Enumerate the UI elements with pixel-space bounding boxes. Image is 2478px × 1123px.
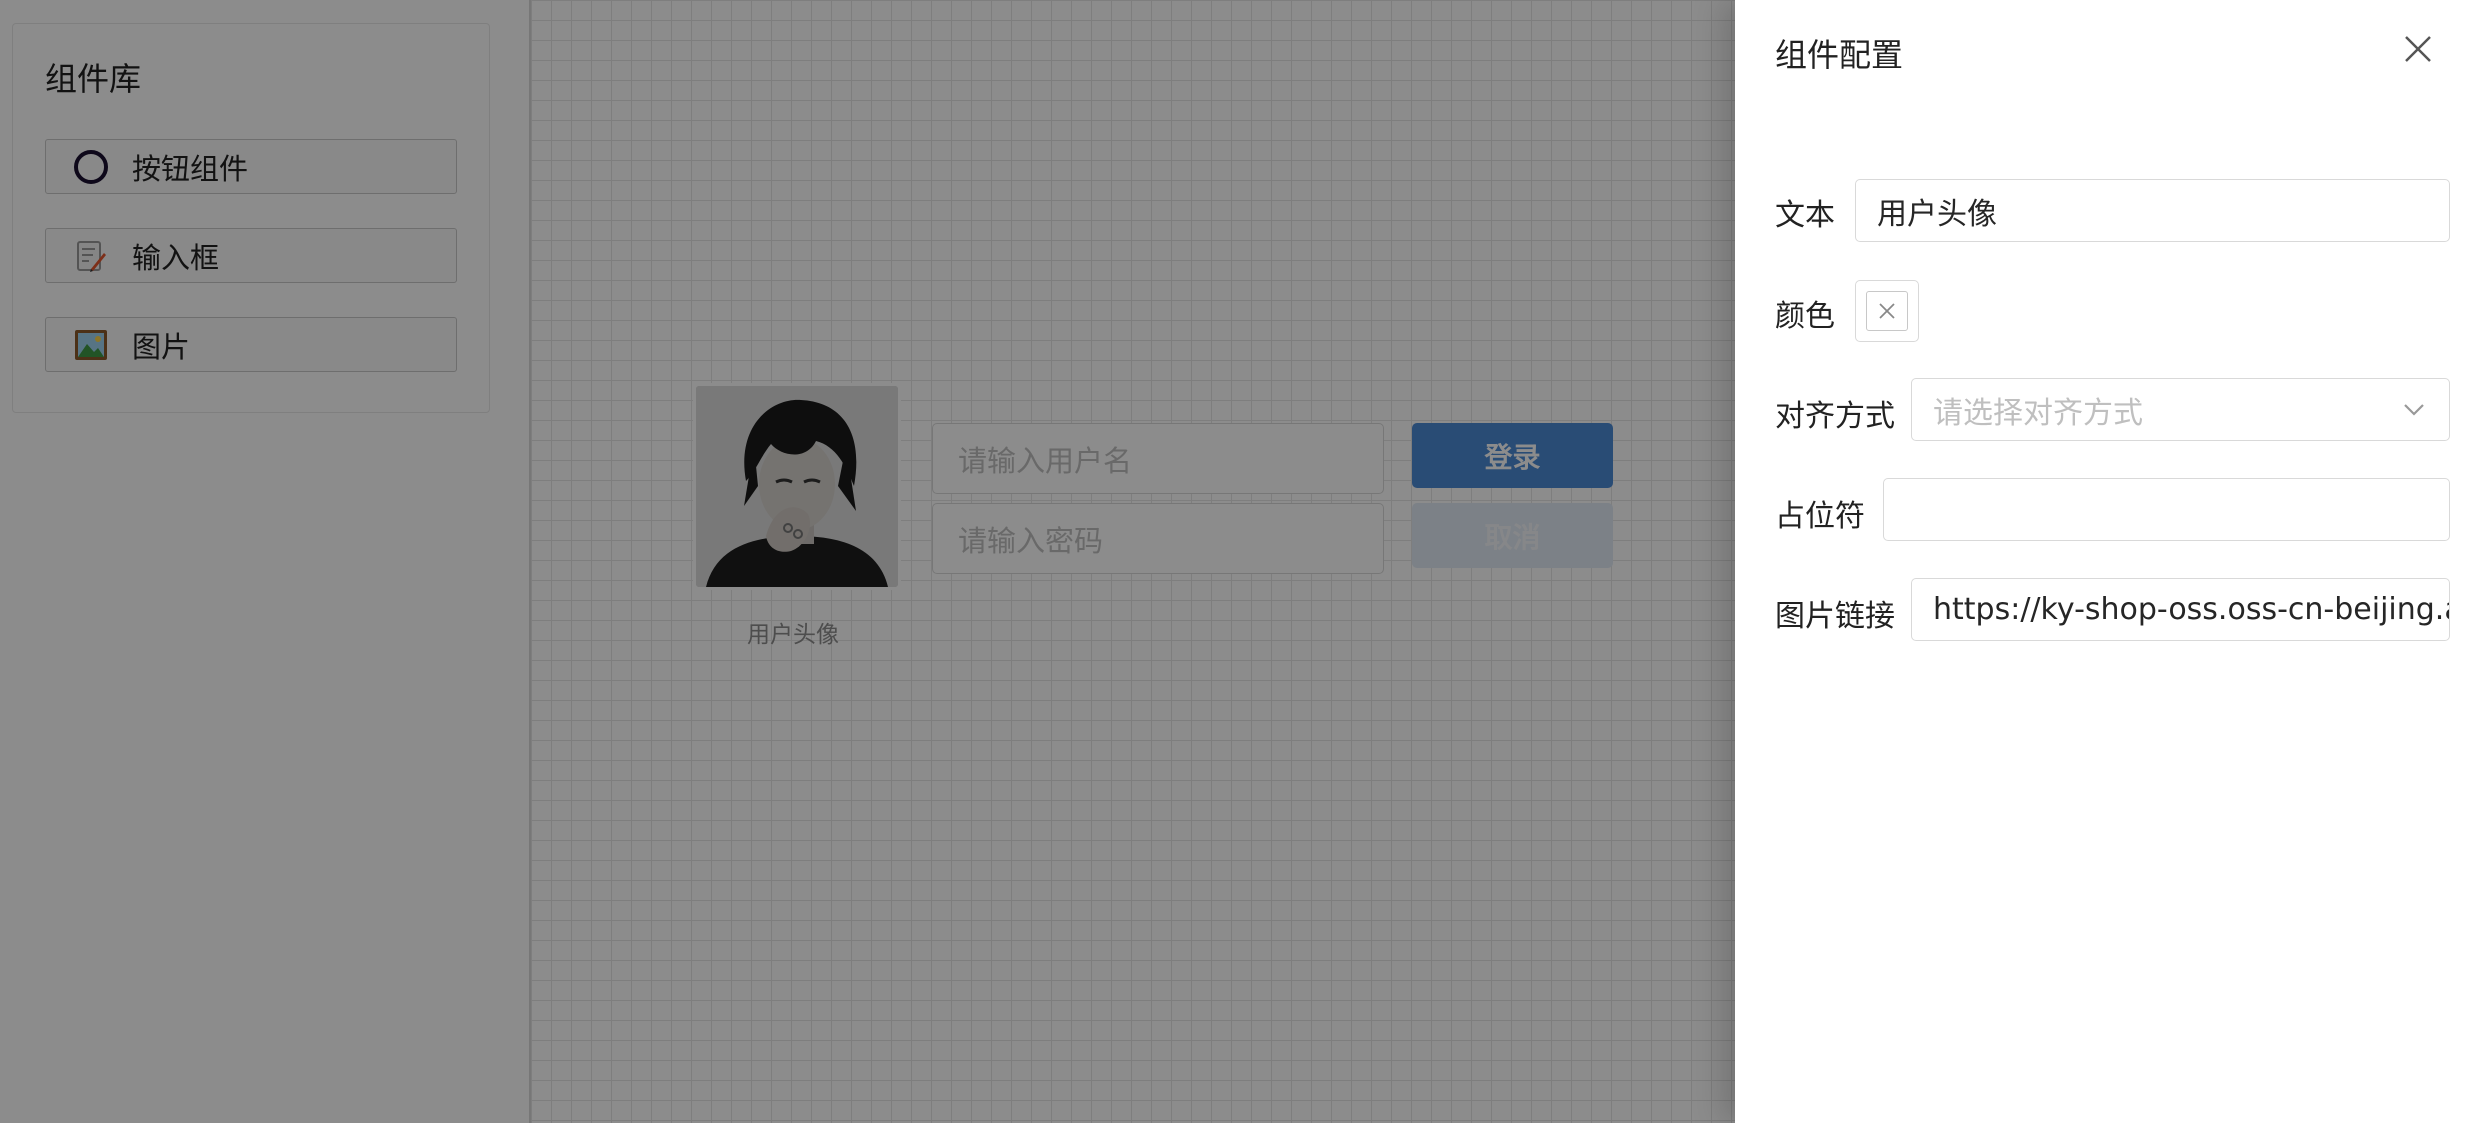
color-field-label: 颜色 (1775, 299, 1835, 334)
text-field-value: 用户头像 (1877, 196, 1997, 232)
close-icon[interactable] (2398, 29, 2438, 69)
placeholder-field[interactable] (1883, 478, 2450, 541)
color-picker[interactable] (1855, 280, 1919, 342)
text-field-label: 文本 (1775, 198, 1835, 233)
drawer-title: 组件配置 (1775, 36, 1904, 74)
component-config-drawer: 组件配置 文本 用户头像 颜色 对齐方式 请选择对齐方式 占位符 图片链接 ht… (1735, 0, 2478, 1123)
align-select[interactable]: 请选择对齐方式 (1911, 378, 2450, 441)
align-field-label: 对齐方式 (1775, 399, 1895, 434)
image-url-value: https://ky-shop-oss.oss-cn-beijing.ali (1933, 592, 2450, 627)
image-url-field-label: 图片链接 (1775, 599, 1895, 634)
align-select-placeholder: 请选择对齐方式 (1933, 395, 2143, 431)
image-url-field[interactable]: https://ky-shop-oss.oss-cn-beijing.ali (1911, 578, 2450, 641)
color-swatch (1866, 291, 1908, 331)
chevron-down-icon (2401, 395, 2427, 430)
text-field[interactable]: 用户头像 (1855, 179, 2450, 242)
clear-color-icon (1879, 303, 1895, 319)
placeholder-field-label: 占位符 (1775, 499, 1865, 534)
